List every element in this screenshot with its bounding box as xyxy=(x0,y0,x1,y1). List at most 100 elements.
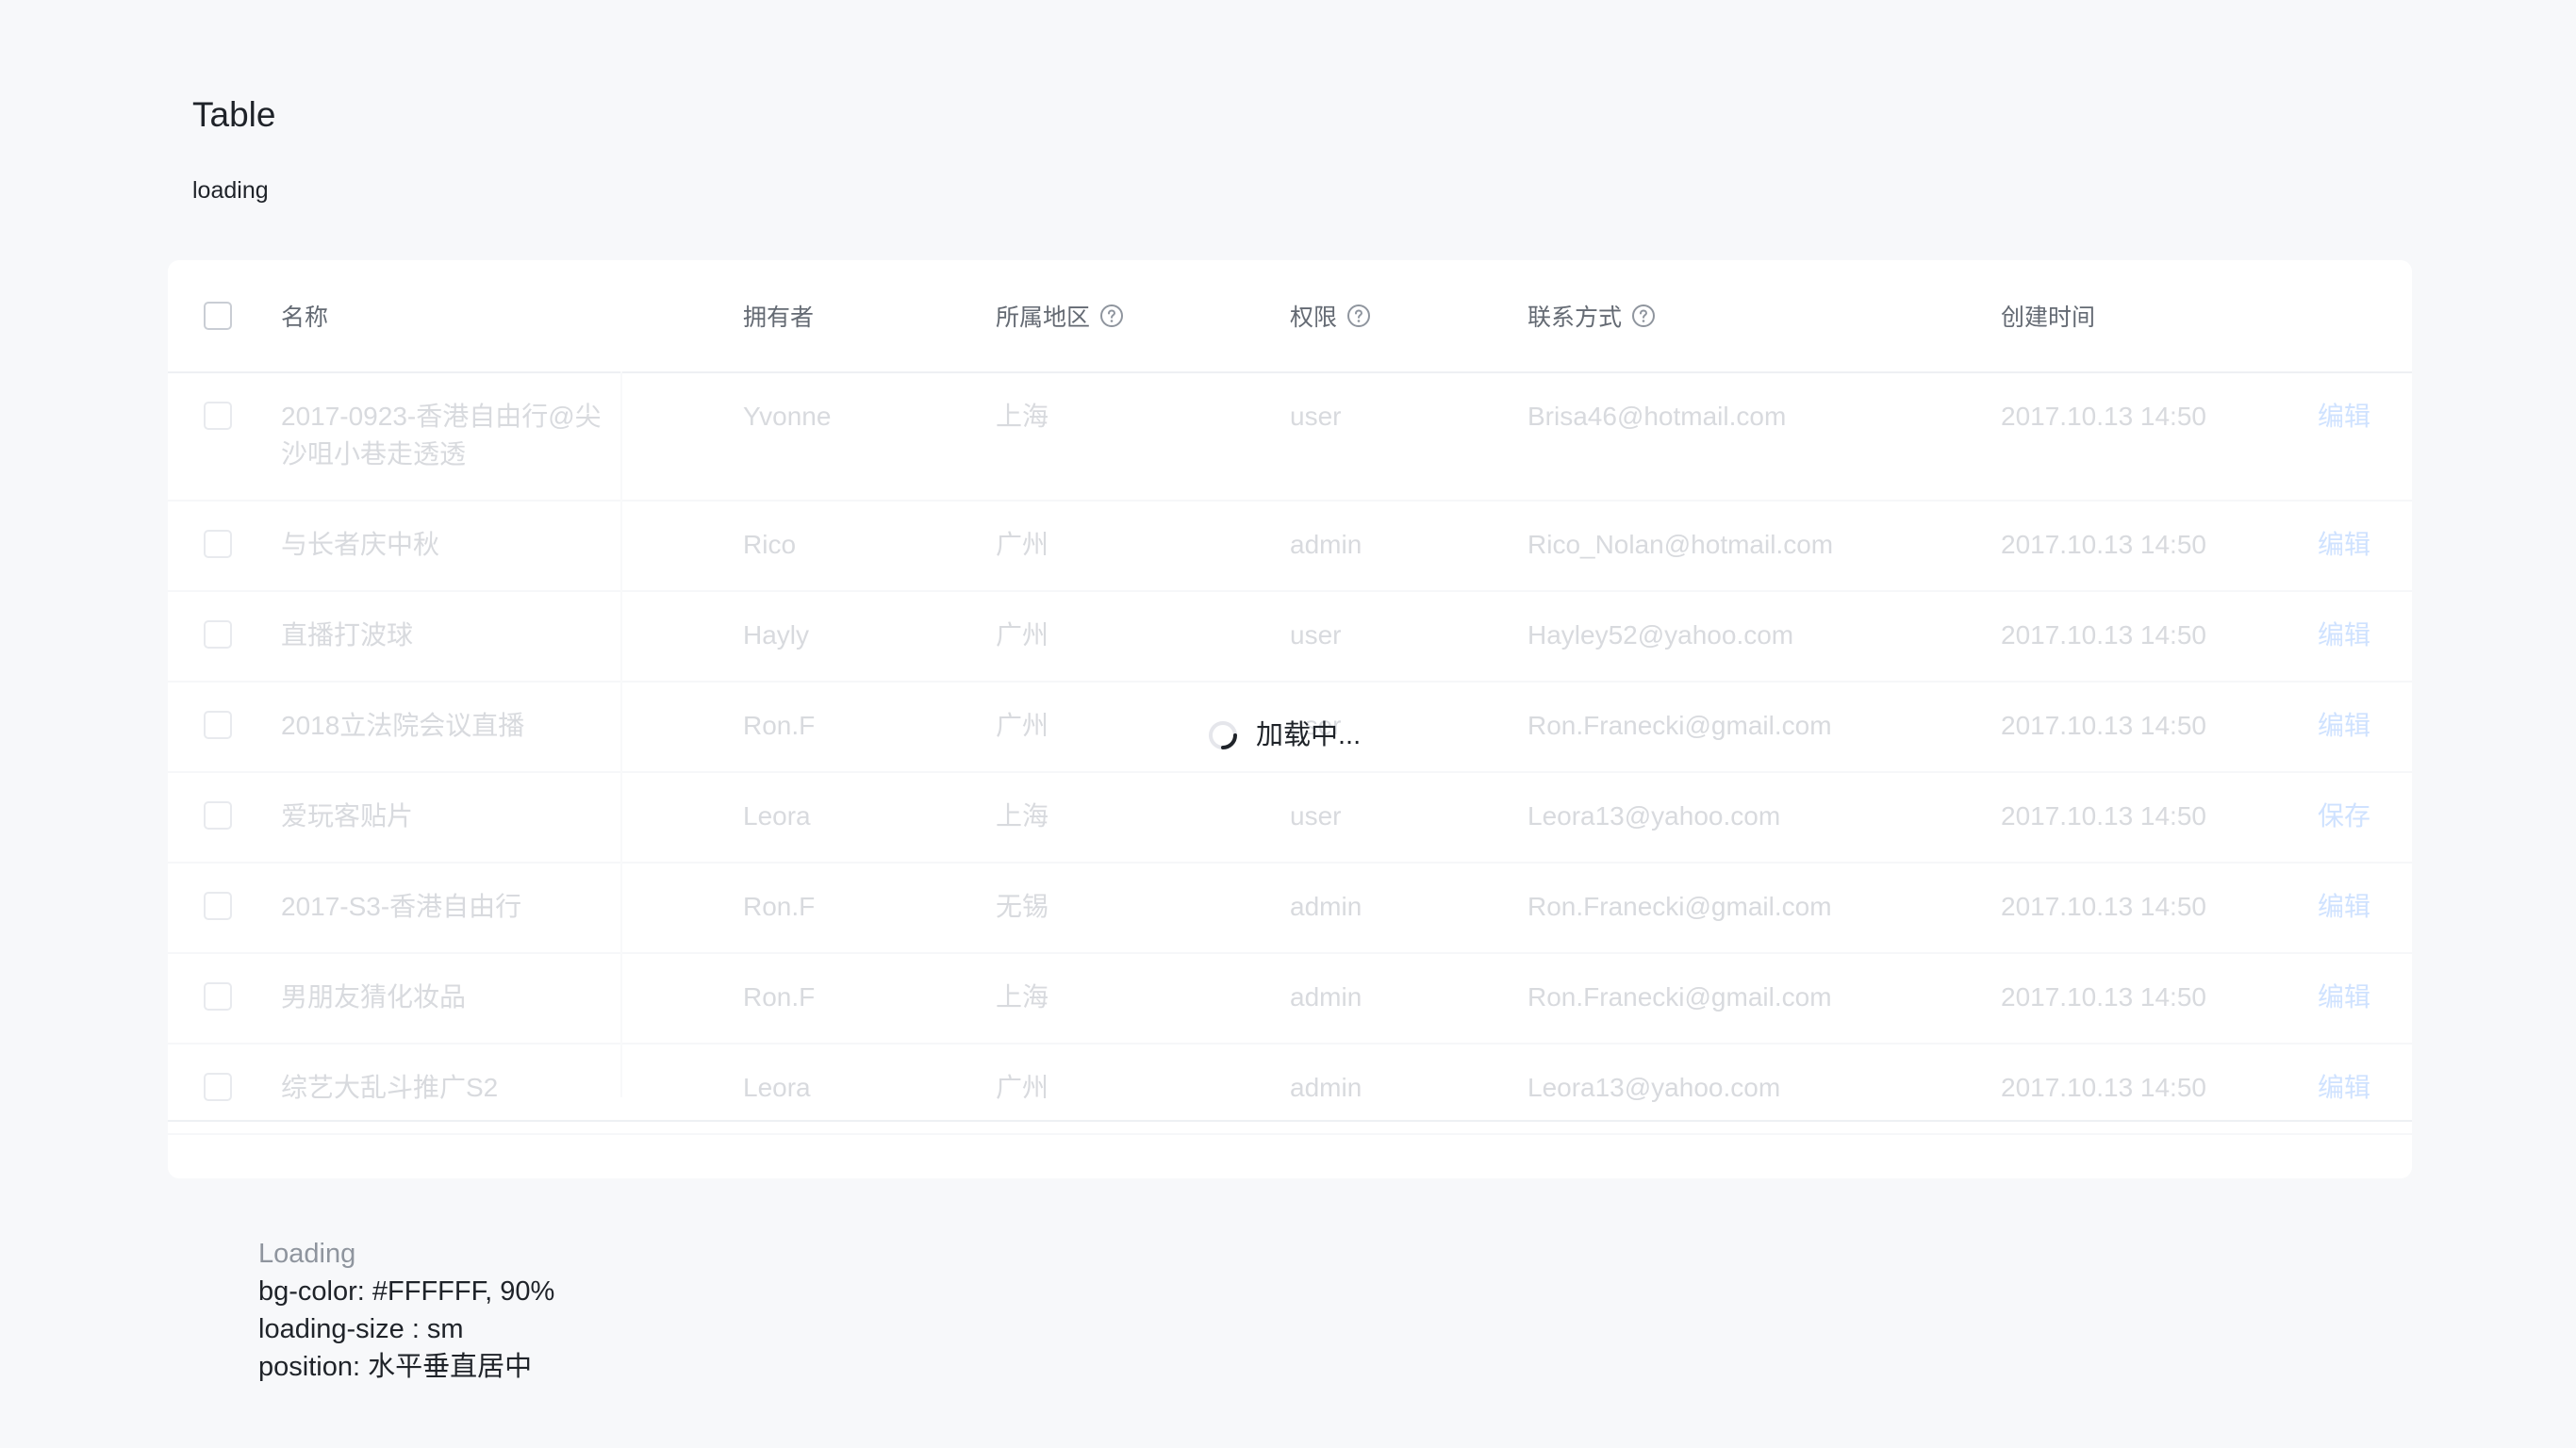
cell-owner: Ron.F xyxy=(743,892,816,921)
cell-name: 综艺大乱斗推广S2 xyxy=(281,1073,499,1102)
header-owner-label: 拥有者 xyxy=(743,304,815,331)
cell-name: 与长者庆中秋 xyxy=(281,530,440,559)
header-contact-label: 联系方式 xyxy=(1527,304,1623,331)
row-checkbox[interactable] xyxy=(204,620,232,649)
header-permission: 权限 xyxy=(1290,260,1371,371)
table-bottom-border xyxy=(168,1120,2412,1122)
header-created-label: 创建时间 xyxy=(2001,304,2096,331)
cell-region: 无锡 xyxy=(996,892,1049,921)
cell-region: 广州 xyxy=(996,620,1049,650)
cell-region: 上海 xyxy=(996,982,1049,1012)
cell-contact: Ron.Franecki@gmail.com xyxy=(1527,892,1832,921)
cell-created: 2017.10.13 14:50 xyxy=(2001,801,2206,831)
cell-owner: Rico xyxy=(743,530,797,559)
cell-region: 上海 xyxy=(996,402,1049,431)
edit-link[interactable]: 编辑 xyxy=(2318,617,2370,654)
cell-name: 2017-S3-香港自由行 xyxy=(281,892,522,921)
help-icon[interactable] xyxy=(1631,304,1656,328)
row-checkbox[interactable] xyxy=(204,801,232,830)
cell-contact: Leora13@yahoo.com xyxy=(1527,1073,1781,1102)
table-row[interactable]: 与长者庆中秋 Rico 广州 admin Rico_Nolan@hotmail.… xyxy=(168,502,2412,592)
cell-owner: Leora xyxy=(743,801,811,831)
header-contact: 联系方式 xyxy=(1527,260,1656,371)
row-checkbox[interactable] xyxy=(204,711,232,739)
cell-contact: Hayley52@yahoo.com xyxy=(1527,620,1794,650)
loading-text: 加载中... xyxy=(1256,720,1362,750)
row-checkbox[interactable] xyxy=(204,892,232,920)
edit-link[interactable]: 编辑 xyxy=(2318,526,2370,564)
edit-link[interactable]: 编辑 xyxy=(2318,888,2370,926)
table-row[interactable]: 2017-0923-香港自由行@尖沙咀小巷走透透 Yvonne 上海 user … xyxy=(168,373,2412,502)
cell-owner: Ron.F xyxy=(743,982,816,1012)
loading-indicator: 加载中... xyxy=(1207,716,1361,754)
table-row[interactable]: 爱玩客贴片 Leora 上海 user Leora13@yahoo.com 20… xyxy=(168,773,2412,864)
cell-permission: admin xyxy=(1290,1073,1362,1102)
note-line: position: 水平垂直居中 xyxy=(258,1352,533,1382)
cell-region: 广州 xyxy=(996,1073,1049,1102)
cell-created: 2017.10.13 14:50 xyxy=(2001,1073,2206,1102)
header-name: 名称 xyxy=(281,260,328,371)
cell-name: 直播打波球 xyxy=(281,620,414,650)
spec-notes: Loading bg-color: #FFFFFF, 90% loading-s… xyxy=(258,1235,554,1386)
table-card: 名称 拥有者 所属地区 权限 联系方式 创建时间 2017-0923-香港自由行… xyxy=(168,260,2412,1178)
row-checkbox[interactable] xyxy=(204,402,232,430)
cell-owner: Ron.F xyxy=(743,711,816,740)
table-header: 名称 拥有者 所属地区 权限 联系方式 创建时间 xyxy=(168,260,2412,373)
cell-permission: admin xyxy=(1290,982,1362,1012)
data-table: 名称 拥有者 所属地区 权限 联系方式 创建时间 2017-0923-香港自由行… xyxy=(168,260,2412,1135)
row-checkbox[interactable] xyxy=(204,530,232,558)
header-created: 创建时间 xyxy=(2001,260,2095,371)
edit-link[interactable]: 编辑 xyxy=(2318,707,2370,745)
cell-created: 2017.10.13 14:50 xyxy=(2001,402,2206,431)
save-link[interactable]: 保存 xyxy=(2318,798,2370,835)
header-region-label: 所属地区 xyxy=(996,304,1091,331)
cell-created: 2017.10.13 14:50 xyxy=(2001,530,2206,559)
cell-created: 2017.10.13 14:50 xyxy=(2001,620,2206,650)
cell-region: 上海 xyxy=(996,801,1049,831)
column-divider xyxy=(620,371,622,1097)
header-region: 所属地区 xyxy=(996,260,1124,371)
header-owner: 拥有者 xyxy=(743,260,814,371)
help-icon[interactable] xyxy=(1346,304,1371,328)
cell-created: 2017.10.13 14:50 xyxy=(2001,711,2206,740)
row-checkbox[interactable] xyxy=(204,982,232,1011)
cell-name: 男朋友猜化妆品 xyxy=(281,982,467,1012)
help-icon[interactable] xyxy=(1099,304,1124,328)
cell-owner: Leora xyxy=(743,1073,811,1102)
header-name-label: 名称 xyxy=(281,304,329,331)
cell-permission: admin xyxy=(1290,892,1362,921)
cell-region: 广州 xyxy=(996,530,1049,559)
cell-contact: Brisa46@hotmail.com xyxy=(1527,402,1787,431)
cell-permission: user xyxy=(1290,402,1342,431)
cell-name: 爱玩客贴片 xyxy=(281,801,414,831)
row-checkbox[interactable] xyxy=(204,1073,232,1101)
cell-contact: Leora13@yahoo.com xyxy=(1527,801,1781,831)
cell-created: 2017.10.13 14:50 xyxy=(2001,892,2206,921)
cell-name: 2017-0923-香港自由行@尖沙咀小巷走透透 xyxy=(281,402,602,469)
edit-link[interactable]: 编辑 xyxy=(2318,1069,2370,1107)
cell-created: 2017.10.13 14:50 xyxy=(2001,982,2206,1012)
header-permission-label: 权限 xyxy=(1290,304,1338,331)
select-all-checkbox[interactable] xyxy=(204,302,232,330)
cell-region: 广州 xyxy=(996,711,1049,740)
table-row[interactable]: 2017-S3-香港自由行 Ron.F 无锡 admin Ron.Franeck… xyxy=(168,864,2412,954)
page-title: Table xyxy=(192,95,276,134)
cell-contact: Ron.Franecki@gmail.com xyxy=(1527,982,1832,1012)
page-subtitle: loading xyxy=(192,177,269,204)
edit-link[interactable]: 编辑 xyxy=(2318,979,2370,1016)
cell-owner: Hayly xyxy=(743,620,810,650)
table-row[interactable]: 男朋友猜化妆品 Ron.F 上海 admin Ron.Franecki@gmai… xyxy=(168,954,2412,1045)
table-row[interactable]: 直播打波球 Hayly 广州 user Hayley52@yahoo.com 2… xyxy=(168,592,2412,683)
note-line: bg-color: #FFFFFF, 90% xyxy=(258,1276,555,1307)
table-body: 2017-0923-香港自由行@尖沙咀小巷走透透 Yvonne 上海 user … xyxy=(168,373,2412,1135)
cell-permission: user xyxy=(1290,620,1342,650)
cell-contact: Ron.Franecki@gmail.com xyxy=(1527,711,1832,740)
edit-link[interactable]: 编辑 xyxy=(2318,398,2370,436)
cell-permission: user xyxy=(1290,801,1342,831)
note-line: loading-size : sm xyxy=(258,1314,464,1344)
notes-title: Loading xyxy=(258,1239,356,1269)
cell-owner: Yvonne xyxy=(743,402,832,431)
spinner-icon xyxy=(1209,721,1237,749)
cell-name: 2018立法院会议直播 xyxy=(281,711,525,740)
cell-contact: Rico_Nolan@hotmail.com xyxy=(1527,530,1834,559)
